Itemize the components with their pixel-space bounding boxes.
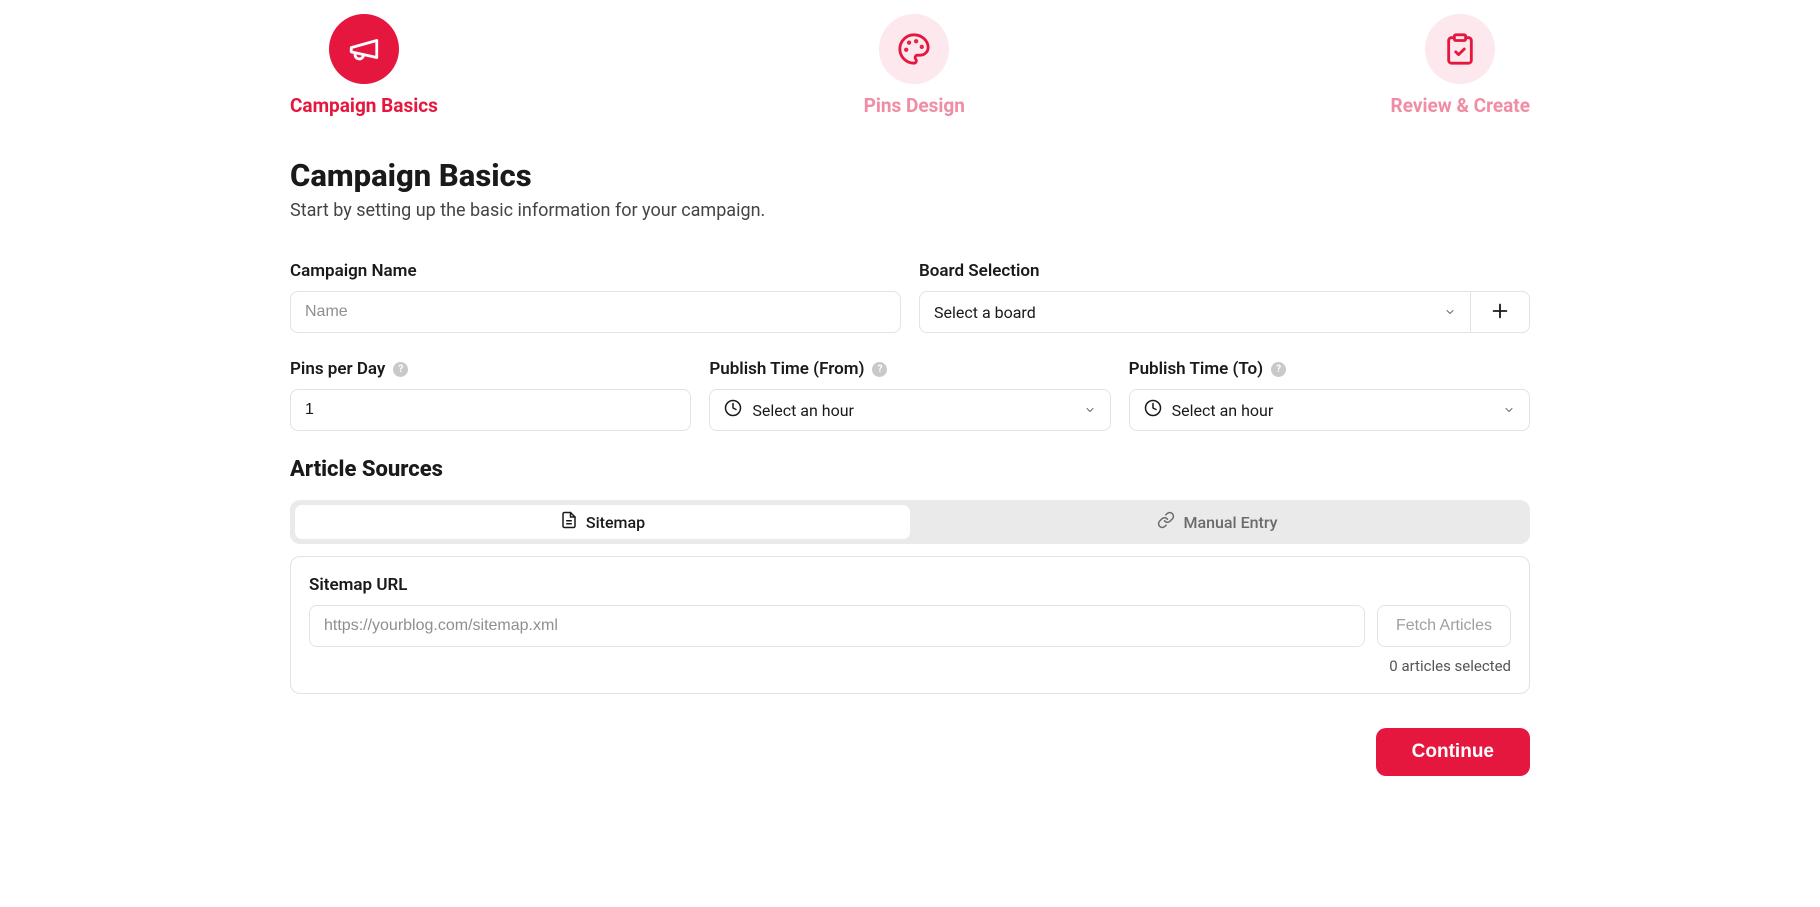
help-icon[interactable]: ? [1271, 362, 1286, 377]
step-campaign-basics[interactable]: Campaign Basics [290, 14, 438, 117]
step-label: Pins Design [864, 94, 965, 117]
campaign-name-group: Campaign Name [290, 261, 901, 333]
publish-to-select[interactable]: Select an hour [1129, 389, 1530, 431]
publish-from-label: Publish Time (From) ? [709, 359, 1110, 379]
tab-sitemap[interactable]: Sitemap [295, 505, 910, 539]
publish-from-select[interactable]: Select an hour [709, 389, 1110, 431]
pins-per-day-input[interactable] [290, 389, 691, 431]
sitemap-url-input[interactable] [309, 605, 1365, 647]
board-select-value: Select a board [934, 303, 1036, 322]
chevron-down-icon [1503, 404, 1515, 416]
chevron-down-icon [1444, 306, 1456, 318]
stepper: Campaign Basics Pins Design [290, 14, 1530, 117]
publish-from-group: Publish Time (From) ? Select an hour [709, 359, 1110, 431]
continue-button[interactable]: Continue [1376, 728, 1530, 776]
clock-icon [1144, 399, 1162, 421]
source-tabs: Sitemap Manual Entry [290, 500, 1530, 544]
sitemap-panel: Sitemap URL Fetch Articles 0 articles se… [290, 556, 1530, 694]
sitemap-url-label: Sitemap URL [309, 575, 1365, 595]
add-board-button[interactable] [1470, 291, 1530, 333]
articles-selected-count: 0 articles selected [309, 657, 1511, 675]
step-label: Campaign Basics [290, 94, 438, 117]
tab-manual-label: Manual Entry [1183, 513, 1277, 532]
tab-sitemap-label: Sitemap [586, 513, 645, 532]
help-icon[interactable]: ? [393, 362, 408, 377]
chevron-down-icon [1084, 404, 1096, 416]
publish-to-value: Select an hour [1172, 401, 1274, 420]
campaign-name-input[interactable] [290, 291, 901, 333]
step-review-create[interactable]: Review & Create [1391, 14, 1530, 117]
link-icon [1157, 511, 1175, 533]
board-selection-group: Board Selection Select a board [919, 261, 1530, 333]
board-selection-label: Board Selection [919, 261, 1530, 281]
plus-icon [1489, 300, 1511, 325]
publish-to-group: Publish Time (To) ? Select an hour [1129, 359, 1530, 431]
file-icon [560, 511, 578, 533]
pins-per-day-label: Pins per Day ? [290, 359, 691, 379]
page-title: Campaign Basics [290, 157, 1530, 194]
step-pins-design[interactable]: Pins Design [864, 14, 965, 117]
publish-to-label: Publish Time (To) ? [1129, 359, 1530, 379]
megaphone-icon [329, 14, 399, 84]
step-label: Review & Create [1391, 94, 1530, 117]
palette-icon [879, 14, 949, 84]
campaign-name-label: Campaign Name [290, 261, 901, 281]
clock-icon [724, 399, 742, 421]
board-select[interactable]: Select a board [919, 291, 1470, 333]
publish-from-value: Select an hour [752, 401, 854, 420]
page-subtitle: Start by setting up the basic informatio… [290, 200, 1530, 221]
article-sources-heading: Article Sources [290, 457, 1530, 482]
clipboard-check-icon [1425, 14, 1495, 84]
pins-per-day-group: Pins per Day ? [290, 359, 691, 431]
tab-manual-entry[interactable]: Manual Entry [910, 505, 1525, 539]
help-icon[interactable]: ? [872, 362, 887, 377]
fetch-articles-button[interactable]: Fetch Articles [1377, 605, 1511, 647]
